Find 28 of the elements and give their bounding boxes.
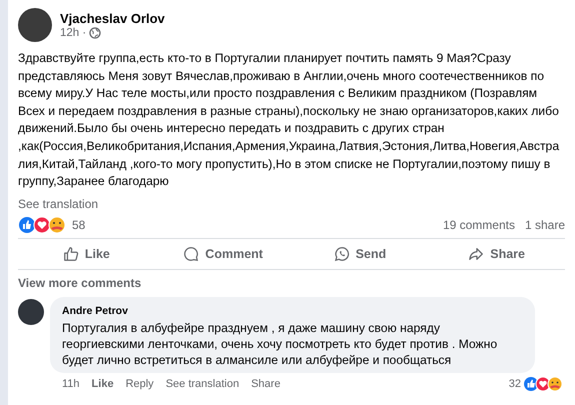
comment-action-link[interactable]: Like	[92, 378, 114, 390]
comment-reaction-count[interactable]: 32	[508, 378, 521, 390]
comment-action-link[interactable]: Reply	[126, 378, 154, 390]
commenter-avatar[interactable]	[18, 298, 44, 325]
thumbs-up-icon	[62, 246, 79, 262]
author-name[interactable]: Vjacheslav Orlov	[60, 11, 165, 26]
speech-bubble-icon	[183, 246, 200, 262]
reaction-icons[interactable]	[523, 376, 563, 392]
comment-button[interactable]: Comment	[154, 240, 292, 267]
chat-phone-icon	[334, 246, 350, 262]
shares-count[interactable]: 1 share	[524, 218, 565, 232]
comment-text: Португалия в албуфейре празднуем , я даже машину свою наряду георгиевскими ленточками, очень хочу посмотреть кто будет против . Можно будет лично встретиться в алмансиле или албуфейре и пообщаться	[62, 320, 498, 368]
view-more-comments-link[interactable]: View more comments	[18, 276, 142, 290]
comments-count[interactable]: 19 comments	[442, 218, 515, 232]
reaction-count[interactable]: 58	[72, 218, 86, 232]
author-avatar[interactable]	[18, 8, 52, 42]
comment-action-link[interactable]: See translation	[166, 378, 240, 390]
send-button[interactable]: Send	[292, 240, 428, 267]
commenter-name[interactable]: Andre Petrov	[62, 304, 128, 317]
comment-time[interactable]: 11h	[62, 378, 80, 390]
like-button[interactable]: Like	[18, 240, 155, 267]
post-time[interactable]: 12h ·	[60, 27, 86, 39]
share-button[interactable]: Share	[428, 240, 565, 267]
comment-action-link[interactable]: Share	[251, 378, 280, 390]
post-text: Здравствуйте группа,есть кто-то в Португалии планирует почтить память 9 Мая?Сразу представляюсь Меня зовут Вячеслав,проживаю в Англии,очень много соотечественников по всему миру.У Нас теле мосты,или просто поздравления с Великим праздником (Позравлям Всех и передаем поздравления в разные страны),поскольку не знаю организаторов,каких либо движений.Было бы очень интересно передать и поздравить с других стран ,как(Россия,Великобритания,Испания,Армения,Украина,Латвия,Эстония,Литва,Новегия,Австралия,Китай,Тайланд ,кого-то могу пропустить),Но в этом списке не Португалии,поэтому пишу в группу,Заранее благодарю	[18, 50, 560, 190]
globe-icon	[89, 27, 102, 39]
see-translation-link[interactable]: See translation	[18, 196, 98, 211]
share-arrow-icon	[468, 246, 484, 262]
